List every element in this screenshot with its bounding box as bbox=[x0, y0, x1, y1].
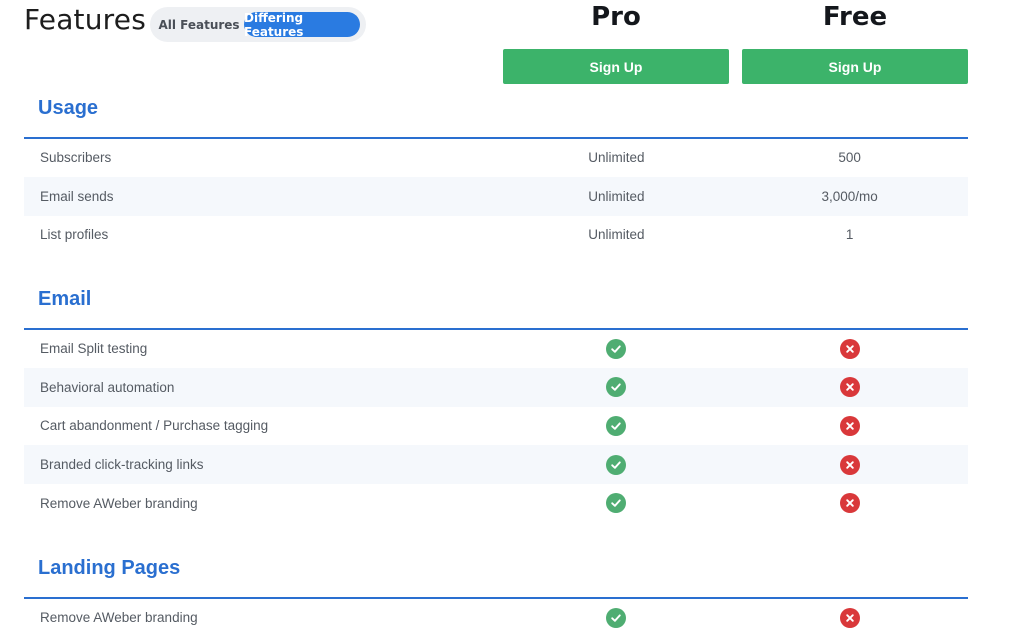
feature-name: Remove AWeber branding bbox=[40, 495, 198, 511]
page-title: Features bbox=[24, 3, 146, 36]
check-icon bbox=[606, 338, 627, 359]
x-icon bbox=[839, 607, 860, 628]
section-title: Landing Pages bbox=[38, 557, 181, 579]
x-icon bbox=[839, 415, 860, 436]
feature-name: Cart abandonment / Purchase tagging bbox=[40, 418, 269, 434]
feature-name: Remove AWeber branding bbox=[40, 610, 198, 626]
pro-cell bbox=[502, 338, 732, 359]
pro-value: Unlimited bbox=[588, 150, 645, 166]
pro-cell bbox=[502, 454, 732, 475]
table-row: Subscribers Unlimited 500 bbox=[24, 139, 968, 178]
check-icon bbox=[606, 377, 627, 398]
check-icon bbox=[606, 454, 627, 475]
check-icon bbox=[606, 607, 627, 628]
x-icon bbox=[839, 377, 860, 398]
pro-cell bbox=[502, 493, 732, 514]
free-value: 3,000/mo bbox=[821, 188, 878, 204]
table-row: Remove AWeber branding bbox=[24, 599, 968, 637]
free-value: 1 bbox=[845, 227, 854, 243]
x-icon bbox=[839, 338, 860, 359]
feature-name: List profiles bbox=[40, 227, 109, 243]
section-landing-pages: Landing Pages Remove AWeber branding bbox=[24, 557, 968, 637]
free-cell bbox=[731, 377, 968, 398]
pro-value: Unlimited bbox=[588, 227, 645, 243]
table-row: Cart abandonment / Purchase tagging bbox=[24, 407, 968, 446]
pro-cell bbox=[502, 607, 732, 628]
feature-name: Subscribers bbox=[40, 150, 112, 166]
x-icon bbox=[839, 493, 860, 514]
feature-name: Behavioral automation bbox=[40, 379, 175, 395]
free-cell bbox=[731, 493, 968, 514]
pro-cell bbox=[502, 377, 732, 398]
section-email: Email Email Split testing Behavioral auto… bbox=[24, 288, 968, 522]
table-row: Email sends Unlimited 3,000/mo bbox=[24, 177, 968, 216]
pro-cell bbox=[502, 415, 732, 436]
section-usage: Usage Subscribers Unlimited 500 Email sends… bbox=[24, 97, 968, 254]
feature-filter-toggle: All Features Differing Features bbox=[150, 7, 366, 42]
table-row: Branded click-tracking links bbox=[24, 445, 968, 484]
pro-signup-button[interactable]: Sign Up bbox=[503, 49, 729, 84]
table-row: Behavioral automation bbox=[24, 368, 968, 407]
free-cell bbox=[731, 338, 968, 359]
table-row: List profiles Unlimited 1 bbox=[24, 216, 968, 255]
check-icon bbox=[606, 415, 627, 436]
feature-table: Email Split testing Behavioral automation… bbox=[24, 330, 968, 523]
all-features-button[interactable]: All Features bbox=[154, 12, 244, 37]
feature-table: Remove AWeber branding bbox=[24, 599, 968, 637]
plan-name-pro: Pro bbox=[591, 2, 641, 32]
free-value: 500 bbox=[838, 150, 861, 166]
table-row: Email Split testing bbox=[24, 330, 968, 369]
x-icon bbox=[839, 454, 860, 475]
free-signup-button[interactable]: Sign Up bbox=[742, 49, 968, 84]
free-cell bbox=[731, 415, 968, 436]
table-row: Remove AWeber branding bbox=[24, 484, 968, 523]
feature-name: Branded click-tracking links bbox=[40, 457, 204, 473]
free-cell bbox=[731, 454, 968, 475]
plan-name-free: Free bbox=[822, 2, 888, 32]
section-title: Email bbox=[38, 288, 92, 310]
feature-table: Subscribers Unlimited 500 Email sends Unlimi… bbox=[24, 139, 968, 255]
pro-value: Unlimited bbox=[588, 188, 645, 204]
section-title: Usage bbox=[38, 97, 99, 119]
free-cell bbox=[731, 607, 968, 628]
feature-name: Email sends bbox=[40, 188, 114, 204]
check-icon bbox=[606, 493, 627, 514]
differing-features-button[interactable]: Differing Features bbox=[244, 11, 360, 39]
feature-name: Email Split testing bbox=[40, 341, 148, 357]
